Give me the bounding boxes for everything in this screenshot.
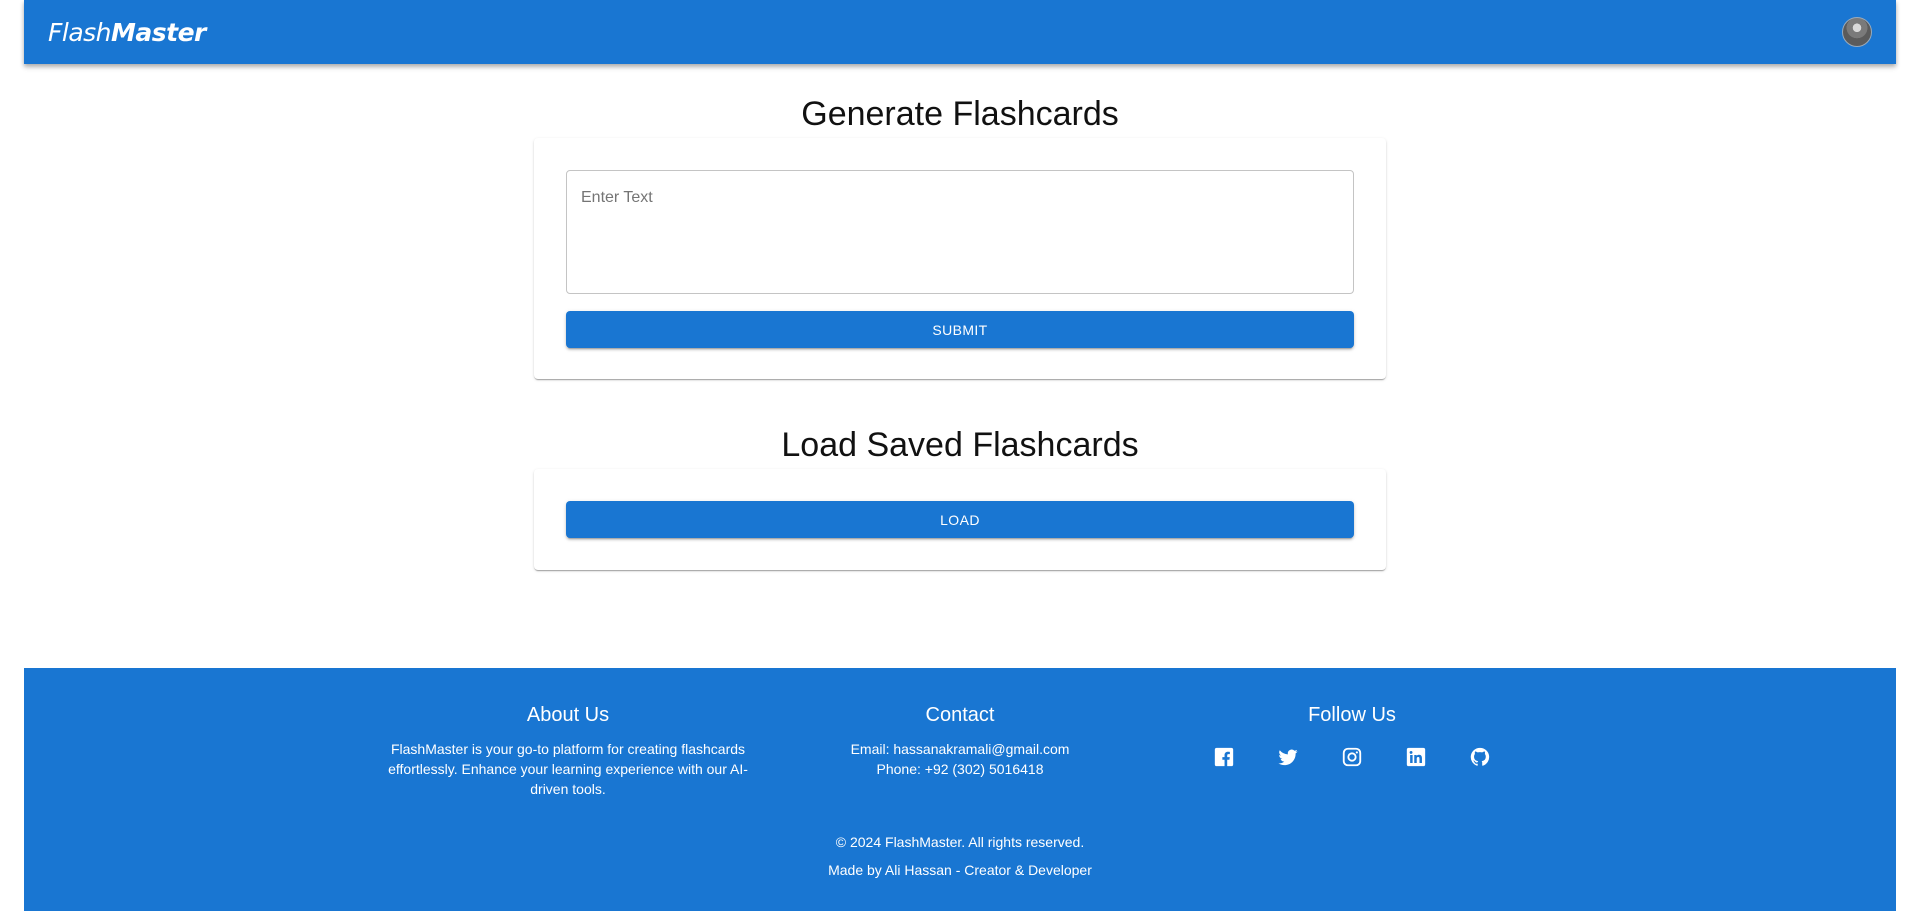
footer: About Us FlashMaster is your go-to platf… bbox=[24, 668, 1896, 911]
about-heading: About Us bbox=[526, 704, 610, 726]
app-bar: FlashMaster bbox=[24, 0, 1896, 64]
brand-logo[interactable]: FlashMaster bbox=[48, 18, 206, 47]
contact-heading: Contact bbox=[925, 704, 995, 726]
footer-about: About Us FlashMaster is your go-to platf… bbox=[378, 704, 758, 799]
contact-phone: Phone: +92 (302) 5016418 bbox=[876, 761, 1044, 777]
app-frame: FlashMaster Generate Flashcards Submit L… bbox=[24, 0, 1896, 911]
submit-button[interactable]: Submit bbox=[566, 311, 1354, 348]
facebook-icon[interactable] bbox=[1206, 739, 1242, 775]
load-button[interactable]: Load bbox=[566, 501, 1354, 538]
load-title: Load Saved Flashcards bbox=[781, 426, 1139, 464]
contact-email: Email: hassanakramali@gmail.com bbox=[850, 741, 1070, 757]
linkedin-icon[interactable] bbox=[1398, 739, 1434, 775]
footer-contact: Contact Email: hassanakramali@gmail.com … bbox=[770, 704, 1150, 779]
twitter-icon[interactable] bbox=[1270, 739, 1306, 775]
brand-part-flash: Flash bbox=[48, 17, 112, 47]
generate-title: Generate Flashcards bbox=[801, 95, 1119, 133]
load-card: Load bbox=[534, 469, 1386, 570]
follow-heading: Follow Us bbox=[1308, 704, 1396, 726]
footer-follow: Follow Us bbox=[1162, 704, 1542, 775]
copyright: © 2024 FlashMaster. All rights reserved. bbox=[835, 834, 1085, 850]
avatar[interactable] bbox=[1842, 17, 1872, 47]
social-links bbox=[1162, 739, 1542, 775]
github-icon[interactable] bbox=[1462, 739, 1498, 775]
brand-part-master: Master bbox=[111, 17, 206, 47]
about-text: FlashMaster is your go-to platform for c… bbox=[388, 741, 748, 797]
credit: Made by Ali Hassan - Creator & Developer bbox=[828, 862, 1092, 878]
generate-card: Submit bbox=[534, 138, 1386, 379]
instagram-icon[interactable] bbox=[1334, 739, 1370, 775]
text-input[interactable] bbox=[566, 170, 1354, 294]
